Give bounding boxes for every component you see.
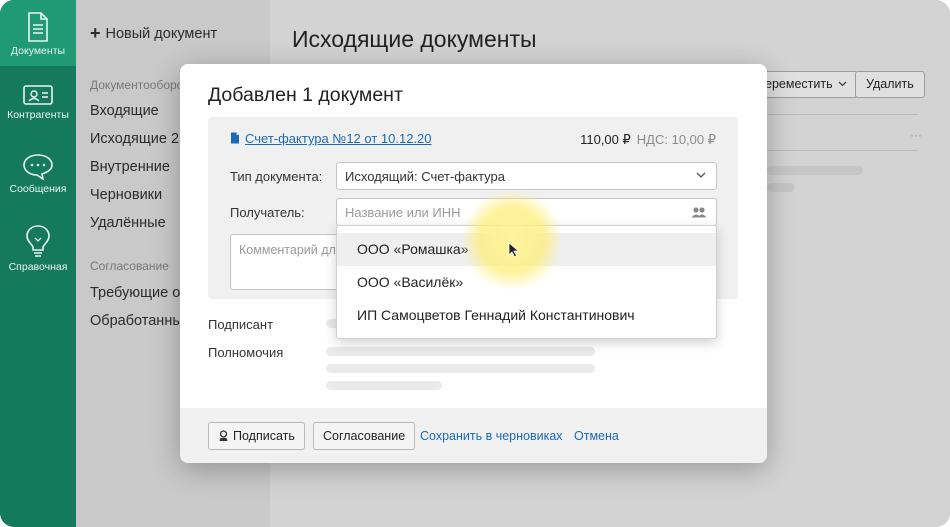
divider: [767, 114, 918, 115]
dropdown-option[interactable]: ИП Самоцветов Геннадий Константинович: [337, 299, 716, 332]
mouse-cursor-icon: [508, 242, 520, 258]
stamp-icon: [219, 430, 228, 441]
nav-group-approval: Согласование: [90, 259, 169, 273]
rail-item-documents[interactable]: Документы: [0, 0, 76, 66]
dialog-footer: Подписать Согласование Сохранить в черно…: [180, 408, 767, 463]
dropdown-option[interactable]: ООО «Ромашка»: [337, 233, 716, 266]
lightbulb-icon: [26, 225, 50, 257]
delete-button[interactable]: Удалить: [855, 71, 925, 98]
move-button[interactable]: ереместить: [752, 71, 859, 98]
rail-item-help[interactable]: Справочная: [0, 224, 76, 290]
new-document-label: Новый документ: [105, 26, 218, 42]
new-document-button[interactable]: + Новый документ: [90, 23, 217, 44]
approval-button[interactable]: Согласование: [313, 422, 416, 450]
contact-card-icon: [23, 85, 53, 105]
rail-label: Документы: [10, 45, 66, 57]
doc-type-label: Тип документа:: [230, 169, 323, 184]
amount-value: 110,00 ₽: [580, 132, 631, 147]
nav-group-docflow: Документооборот: [90, 78, 189, 92]
amount: 110,00 ₽ НДС: 10,00 ₽: [580, 132, 716, 148]
authority-label: Полномочия: [208, 345, 284, 360]
sidebar-item-outgoing[interactable]: Исходящие 2: [90, 131, 179, 147]
document-icon: [28, 12, 48, 42]
chevron-down-icon: [696, 172, 706, 178]
doc-type-select[interactable]: Исходящий: Счет-фактура: [336, 162, 717, 190]
rail-label: Справочная: [8, 261, 68, 273]
rail-label: Сообщения: [9, 183, 67, 195]
sidebar-item-requiring[interactable]: Требующие о: [90, 285, 180, 301]
sidebar-item-internal[interactable]: Внутренние: [90, 159, 170, 175]
doc-type-value: Исходящий: Счет-фактура: [345, 169, 505, 184]
vat-value: НДС: 10,00 ₽: [636, 132, 716, 147]
skeleton-line: [767, 166, 863, 175]
chat-bubble-icon: [23, 154, 53, 180]
sidebar-item-deleted[interactable]: Удалённые: [90, 215, 166, 231]
recipient-input[interactable]: Название или ИНН: [336, 198, 717, 226]
chevron-down-icon: [838, 81, 847, 87]
sidebar-item-incoming[interactable]: Входящие: [90, 103, 159, 119]
rail-item-messages[interactable]: Сообщения: [0, 152, 76, 218]
recipient-label: Получатель:: [230, 205, 305, 220]
nav-rail: Документы Контрагенты Сообщения Справочн…: [0, 0, 76, 527]
dialog-title: Добавлен 1 документ: [208, 84, 403, 106]
signer-label: Подписант: [208, 317, 274, 332]
move-button-label: ереместить: [765, 77, 833, 91]
comment-placeholder: Комментарий для: [239, 243, 343, 257]
cancel-link[interactable]: Отмена: [574, 429, 619, 443]
save-draft-link[interactable]: Сохранить в черновиках: [420, 429, 563, 443]
sidebar-item-processed[interactable]: Обработанны: [90, 313, 183, 329]
recipient-dropdown: ООО «Ромашка» ООО «Василёк» ИП Самоцвето…: [336, 225, 717, 339]
skeleton-line: [767, 183, 795, 192]
document-link[interactable]: Счет-фактура №12 от 10.12.20: [245, 131, 432, 146]
dropdown-option[interactable]: ООО «Василёк»: [337, 266, 716, 299]
sign-button-label: Подписать: [233, 429, 295, 443]
plus-icon: +: [90, 23, 101, 43]
skeleton-line: [326, 381, 442, 390]
divider: [767, 150, 918, 151]
app-window: Документы Контрагенты Сообщения Справочн…: [0, 0, 950, 527]
recipient-placeholder: Название или ИНН: [345, 205, 461, 220]
rail-label: Контрагенты: [7, 109, 69, 121]
page-title: Исходящие документы: [292, 26, 537, 52]
file-icon: [231, 132, 239, 144]
rail-item-contractors[interactable]: Контрагенты: [0, 82, 76, 148]
sidebar-item-drafts[interactable]: Черновики: [90, 187, 162, 203]
contacts-icon[interactable]: [691, 206, 707, 218]
skeleton-line: [326, 364, 595, 373]
more-dots-icon[interactable]: ···: [910, 128, 922, 142]
skeleton-line: [326, 347, 595, 356]
sign-button[interactable]: Подписать: [208, 422, 305, 450]
